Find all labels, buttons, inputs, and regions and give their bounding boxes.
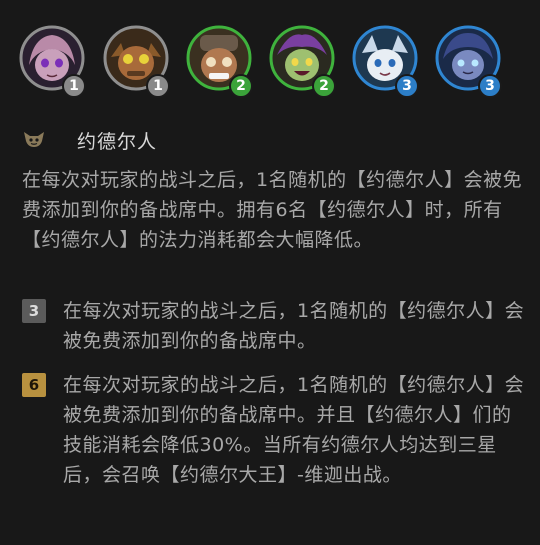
- tier-description: 在每次对玩家的战斗之后，1名随机的【约德尔人】会被免费添加到你的备战席中。: [63, 300, 525, 352]
- cost-badge: 2: [229, 74, 253, 98]
- champion-portrait[interactable]: 3: [352, 25, 419, 98]
- champion-row: 1 1 2 2 3 3: [19, 25, 539, 100]
- champion-portrait[interactable]: 2: [269, 25, 336, 98]
- champion-portrait[interactable]: 2: [186, 25, 253, 98]
- cost-badge: 1: [146, 74, 170, 98]
- tier-count-badge: 6: [22, 373, 46, 397]
- champion-portrait[interactable]: 1: [19, 25, 86, 98]
- cost-badge: 2: [312, 74, 336, 98]
- cost-badge: 1: [62, 74, 86, 98]
- champion-portrait[interactable]: 3: [435, 25, 502, 98]
- cost-badge: 3: [395, 74, 419, 98]
- trait-header: 约德尔人: [22, 125, 422, 155]
- cost-badge: 3: [478, 74, 502, 98]
- yordle-trait-icon: [24, 132, 44, 147]
- trait-name: 约德尔人: [77, 131, 158, 153]
- champion-portrait[interactable]: 1: [103, 25, 170, 98]
- trait-description: 在每次对玩家的战斗之后，1名随机的【约德尔人】会被免费添加到你的备战席中。拥有6…: [22, 169, 523, 251]
- tier-description: 在每次对玩家的战斗之后，1名随机的【约德尔人】会被免费添加到你的备战席中。并且【…: [63, 374, 525, 486]
- trait-tooltip: 1 1 2 2 3 3 约德尔人 在每次对玩家的战斗之后，1名随机的【约德尔人】…: [0, 0, 540, 545]
- tier-count-badge: 3: [22, 299, 46, 323]
